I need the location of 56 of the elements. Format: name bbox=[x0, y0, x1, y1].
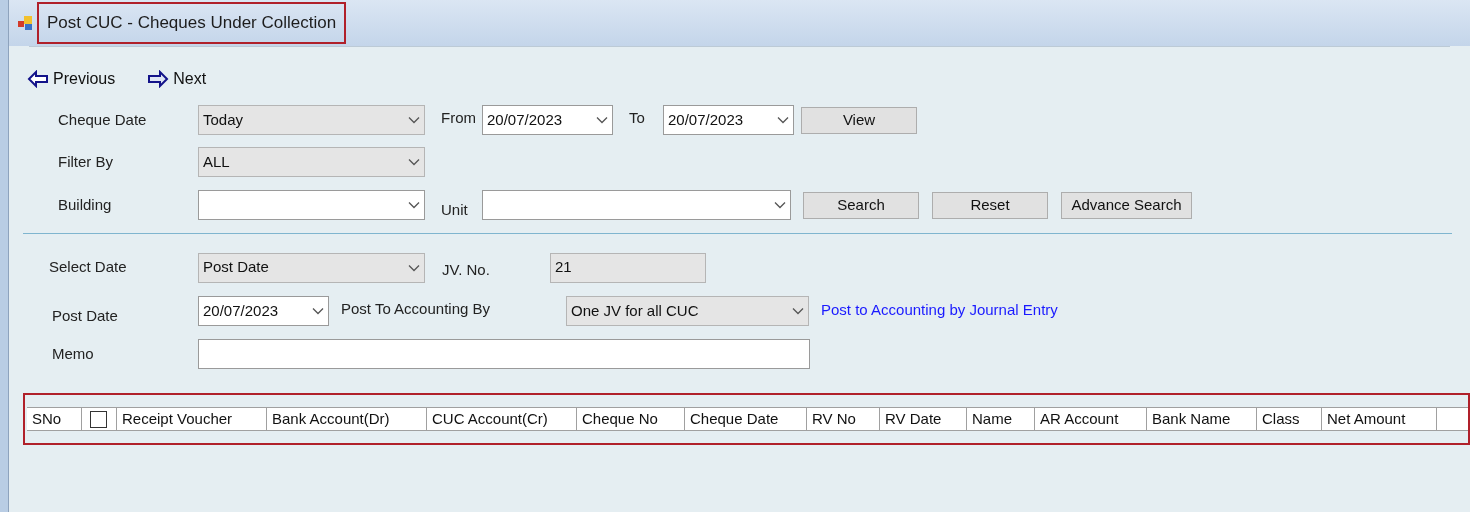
text-field[interactable]: 21 bbox=[550, 252, 706, 283]
column-header[interactable]: Class bbox=[1257, 408, 1322, 430]
chevron-down-icon bbox=[408, 158, 420, 166]
column-header[interactable]: CUC Account(Cr) bbox=[427, 408, 577, 430]
select-all-checkbox[interactable] bbox=[90, 410, 107, 428]
date-picker[interactable]: 20/07/2023 bbox=[482, 105, 613, 135]
column-header[interactable]: Bank Name bbox=[1147, 408, 1257, 430]
app-icon bbox=[17, 14, 35, 32]
chevron-down-icon bbox=[777, 116, 789, 124]
date-picker[interactable]: 20/07/2023 bbox=[198, 295, 329, 326]
date-picker[interactable]: 20/07/2023 bbox=[663, 105, 794, 135]
chevron-down-icon bbox=[774, 201, 786, 210]
chevron-down-icon bbox=[408, 116, 420, 124]
dropdown[interactable]: Today bbox=[198, 105, 425, 135]
field-label: To bbox=[628, 107, 646, 128]
column-header[interactable]: Bank Account(Dr) bbox=[267, 408, 427, 430]
arrow-left-icon bbox=[27, 70, 49, 88]
action-button[interactable]: Advance Search bbox=[1061, 191, 1192, 219]
field-label: Select Date bbox=[49, 257, 128, 278]
column-header[interactable]: AR Account bbox=[1035, 408, 1147, 430]
chevron-down-icon bbox=[408, 263, 420, 272]
arrow-right-icon bbox=[147, 70, 170, 88]
window-title: Post CUC - Cheques Under Collection bbox=[37, 2, 347, 44]
action-button[interactable]: Reset bbox=[932, 191, 1048, 219]
field-label: Memo bbox=[51, 343, 95, 364]
action-button[interactable]: View bbox=[801, 106, 917, 134]
field-label: JV. No. bbox=[441, 260, 491, 281]
chevron-down-icon bbox=[596, 116, 608, 124]
journal-entry-link[interactable]: Post to Accounting by Journal Entry bbox=[821, 298, 1058, 321]
field-label: Post Date bbox=[51, 305, 119, 326]
field-label: Building bbox=[58, 195, 113, 215]
dropdown[interactable] bbox=[198, 190, 425, 221]
column-header[interactable]: Receipt Voucher bbox=[117, 408, 267, 430]
dropdown[interactable]: ALL bbox=[198, 147, 425, 177]
column-header[interactable]: RV Date bbox=[880, 408, 967, 430]
column-header[interactable]: Name bbox=[967, 408, 1035, 430]
column-header[interactable]: SNo bbox=[27, 408, 82, 430]
field-label: Filter By bbox=[58, 151, 114, 172]
next-button[interactable]: Next bbox=[147, 67, 207, 91]
chevron-down-icon bbox=[312, 306, 324, 315]
previous-button[interactable]: Previous bbox=[27, 67, 116, 91]
field-label: From bbox=[440, 107, 477, 128]
dropdown[interactable]: Post Date bbox=[198, 252, 425, 283]
column-header[interactable]: Cheque Date bbox=[685, 408, 807, 430]
action-button[interactable]: Search bbox=[803, 191, 919, 219]
column-header[interactable]: RV No bbox=[807, 408, 880, 430]
field-label: Post To Accounting By bbox=[340, 298, 491, 319]
chevron-down-icon bbox=[408, 201, 420, 210]
text-field[interactable] bbox=[198, 339, 810, 369]
column-header[interactable]: Cheque No bbox=[577, 408, 685, 430]
field-label: Unit bbox=[440, 200, 469, 220]
chevron-down-icon bbox=[792, 306, 804, 315]
dropdown[interactable] bbox=[482, 190, 791, 221]
dropdown[interactable]: One JV for all CUC bbox=[566, 295, 809, 326]
field-label: Cheque Date bbox=[58, 109, 148, 130]
column-header[interactable]: Net Amount bbox=[1322, 408, 1437, 430]
